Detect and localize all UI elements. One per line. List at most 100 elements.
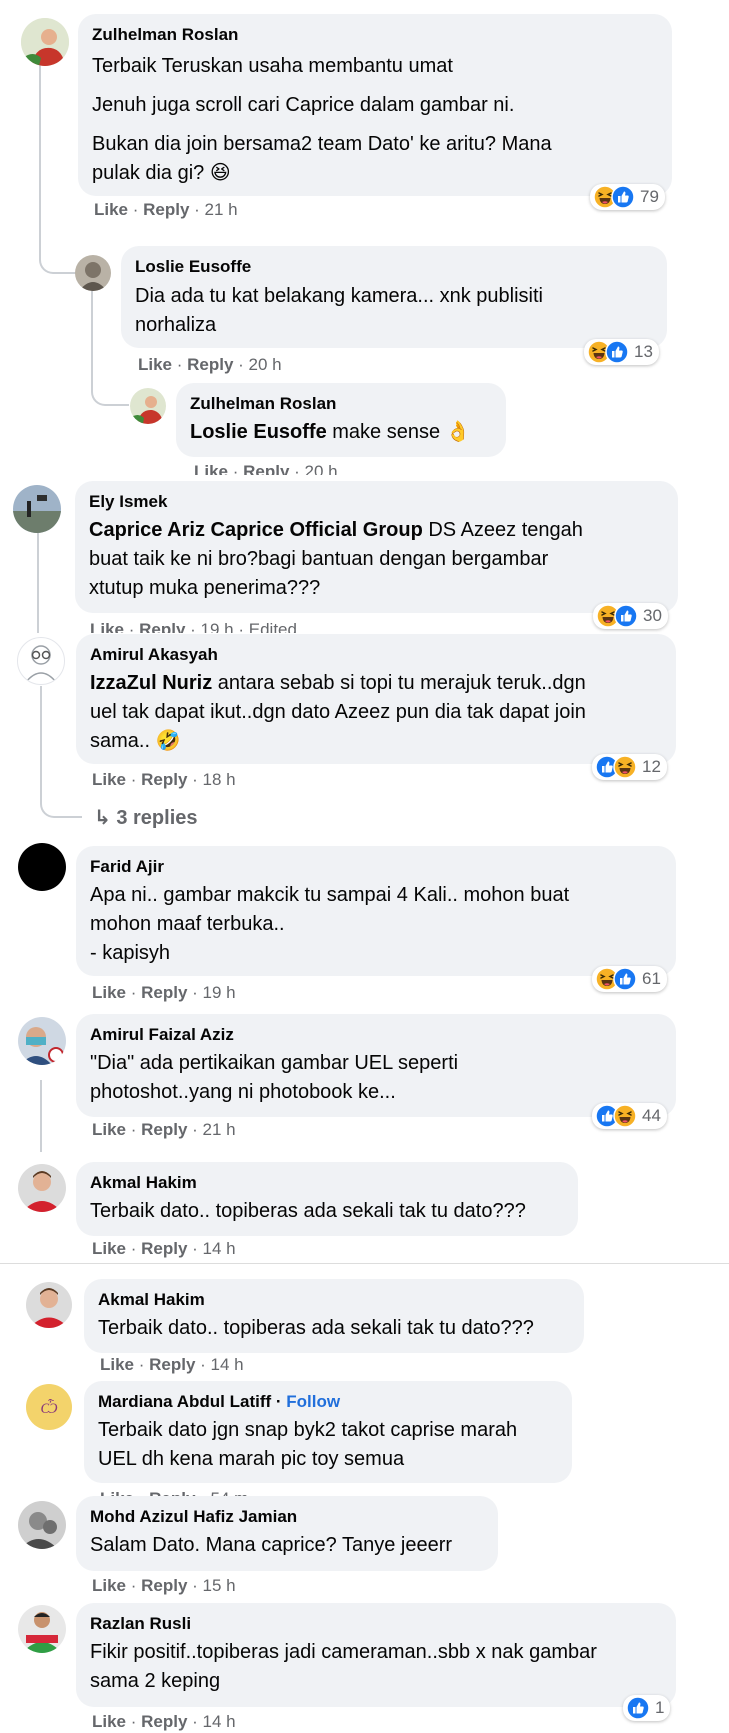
follow-button[interactable]: Follow — [286, 1392, 340, 1411]
timestamp[interactable]: 20 h — [305, 462, 338, 475]
reply-link[interactable]: Reply — [143, 200, 189, 219]
comment-author[interactable]: Razlan Rusli — [90, 1613, 662, 1635]
reply-link[interactable]: Reply — [141, 1576, 187, 1595]
reaction-summary[interactable]: 13 — [584, 339, 659, 365]
reaction-count: 79 — [640, 187, 659, 206]
comment-actions: Like · Reply · 19 h — [92, 983, 236, 1002]
like-link[interactable]: Like — [94, 200, 128, 219]
like-link[interactable]: Like — [92, 1576, 126, 1595]
edited-label[interactable]: Edited — [249, 620, 297, 633]
comment-text: "Dia" ada pertikaikan gambar UEL seperti — [90, 1052, 459, 1074]
thread-curve — [40, 770, 82, 818]
reply-link[interactable]: Reply — [139, 620, 185, 633]
mention-link[interactable]: Caprice Ariz Caprice Official Group — [89, 519, 423, 541]
avatar[interactable] — [18, 1017, 66, 1065]
like-reaction-icon — [613, 967, 637, 991]
comment-text: Dia ada tu kat belakang kamera... xnk pu… — [135, 285, 543, 307]
timestamp[interactable]: 14 h — [203, 1712, 236, 1731]
comment-text: Apa ni.. gambar makcik tu sampai 4 Kali.… — [90, 884, 570, 906]
like-link[interactable]: Like — [92, 1120, 126, 1139]
avatar[interactable] — [13, 485, 61, 533]
thread-curve — [91, 352, 129, 406]
comment-text: sama.. 🤣 — [90, 730, 181, 752]
comment-author[interactable]: Amirul Faizal Aziz — [90, 1024, 662, 1046]
reply-link[interactable]: Reply — [187, 355, 233, 374]
timestamp[interactable]: 20 h — [249, 355, 282, 374]
reaction-summary[interactable]: 61 — [592, 966, 667, 992]
like-link[interactable]: Like — [92, 1712, 126, 1731]
comment-bubble: Mohd Azizul Hafiz Jamian Salam Dato. Man… — [76, 1496, 498, 1571]
avatar-photo — [130, 388, 166, 424]
timestamp[interactable]: 14 h — [203, 1239, 236, 1258]
comment-text: mohon maaf terbuka.. — [90, 913, 285, 935]
timestamp[interactable]: 14 h — [211, 1355, 244, 1374]
timestamp[interactable]: 19 h — [201, 620, 234, 633]
reaction-summary[interactable]: 30 — [593, 603, 668, 629]
avatar[interactable] — [26, 1282, 72, 1328]
reply-link[interactable]: Reply — [141, 1712, 187, 1731]
avatar[interactable] — [75, 255, 111, 291]
mention-link[interactable]: IzzaZul Nuriz — [90, 672, 212, 694]
avatar-photo — [25, 645, 57, 683]
comment-actions: Like · Reply · 14 h — [92, 1712, 236, 1731]
like-link[interactable]: Like — [92, 983, 126, 1002]
reply-link[interactable]: Reply — [141, 1239, 187, 1258]
comment-text: buat taik ke ni bro?bagi bantuan dengan … — [89, 548, 549, 570]
reply-link[interactable]: Reply — [149, 1355, 195, 1374]
timestamp[interactable]: 18 h — [203, 770, 236, 789]
comment-author[interactable]: Akmal Hakim — [98, 1289, 570, 1311]
mention-link[interactable]: Loslie Eusoffe — [190, 421, 327, 443]
comment-author[interactable]: Amirul Akasyah — [90, 644, 662, 666]
comment-text: Salam Dato. Mana caprice? Tanye jeeerr — [90, 1534, 453, 1556]
timestamp[interactable]: 21 h — [205, 200, 238, 219]
comment-author[interactable]: Zulhelman Roslan — [92, 24, 658, 46]
like-link[interactable]: Like — [138, 355, 172, 374]
avatar-photo — [18, 1605, 66, 1653]
avatar[interactable] — [18, 1605, 66, 1653]
comment-actions: Like · Reply · 21 h — [92, 1120, 236, 1139]
comment-author[interactable]: Mohd Azizul Hafiz Jamian — [90, 1506, 484, 1528]
reaction-summary[interactable]: 12 — [592, 754, 667, 780]
comment-author[interactable]: Mardiana Abdul Latiff · Follow — [98, 1391, 558, 1413]
reply-link[interactable]: Reply — [141, 770, 187, 789]
avatar[interactable] — [130, 388, 166, 424]
comment-author[interactable]: Ely Ismek — [89, 491, 664, 513]
comment-author[interactable]: Akmal Hakim — [90, 1172, 564, 1194]
reply-link[interactable]: Reply — [243, 462, 289, 475]
like-link[interactable]: Like — [100, 1355, 134, 1374]
like-link[interactable]: Like — [92, 1239, 126, 1258]
like-link[interactable]: Like — [194, 462, 228, 475]
reaction-summary[interactable]: 79 — [590, 184, 665, 210]
timestamp[interactable]: 19 h — [203, 983, 236, 1002]
avatar[interactable] — [18, 1501, 66, 1549]
avatar-photo — [26, 1282, 72, 1328]
view-replies-link[interactable]: ↳ 3 replies — [94, 805, 198, 830]
timestamp[interactable]: 15 h — [203, 1576, 236, 1595]
comment-text: pulak dia gi? 😆 — [92, 162, 231, 184]
avatar[interactable] — [21, 18, 69, 66]
comment-text: IzzaZul Nuriz antara sebab si topi tu me… — [90, 672, 586, 694]
comment-actions: Like · Reply · 15 h — [92, 1576, 236, 1595]
comment-author[interactable]: Zulhelman Roslan — [190, 393, 492, 415]
reaction-summary[interactable]: 44 — [592, 1103, 667, 1129]
comment-author[interactable]: Loslie Eusoffe — [135, 256, 653, 278]
reply-link[interactable]: Reply — [141, 983, 187, 1002]
avatar[interactable] — [17, 637, 65, 685]
comment-text: Loslie Eusoffe make sense 👌 — [190, 421, 471, 443]
comment-actions: Like · Reply · 19 h · Edited — [90, 620, 297, 633]
comment-text: Caprice Ariz Caprice Official Group DS A… — [89, 519, 583, 541]
comment-author[interactable]: Farid Ajir — [90, 856, 662, 878]
like-reaction-icon — [611, 185, 635, 209]
comment-bubble: Amirul Faizal Aziz "Dia" ada pertikaikan… — [76, 1014, 676, 1117]
reply-link[interactable]: Reply — [141, 1120, 187, 1139]
avatar[interactable] — [18, 1164, 66, 1212]
avatar[interactable]: Ѽ — [26, 1384, 72, 1430]
comment-text: norhaliza — [135, 314, 217, 336]
like-link[interactable]: Like — [90, 620, 124, 633]
reaction-summary[interactable]: 1 — [623, 1695, 671, 1721]
like-link[interactable]: Like — [92, 770, 126, 789]
timestamp[interactable]: 21 h — [203, 1120, 236, 1139]
comment-text: uel tak dapat ikut..dgn dato Azeez pun d… — [90, 701, 586, 723]
avatar[interactable] — [18, 843, 66, 891]
reaction-count: 13 — [634, 342, 653, 361]
